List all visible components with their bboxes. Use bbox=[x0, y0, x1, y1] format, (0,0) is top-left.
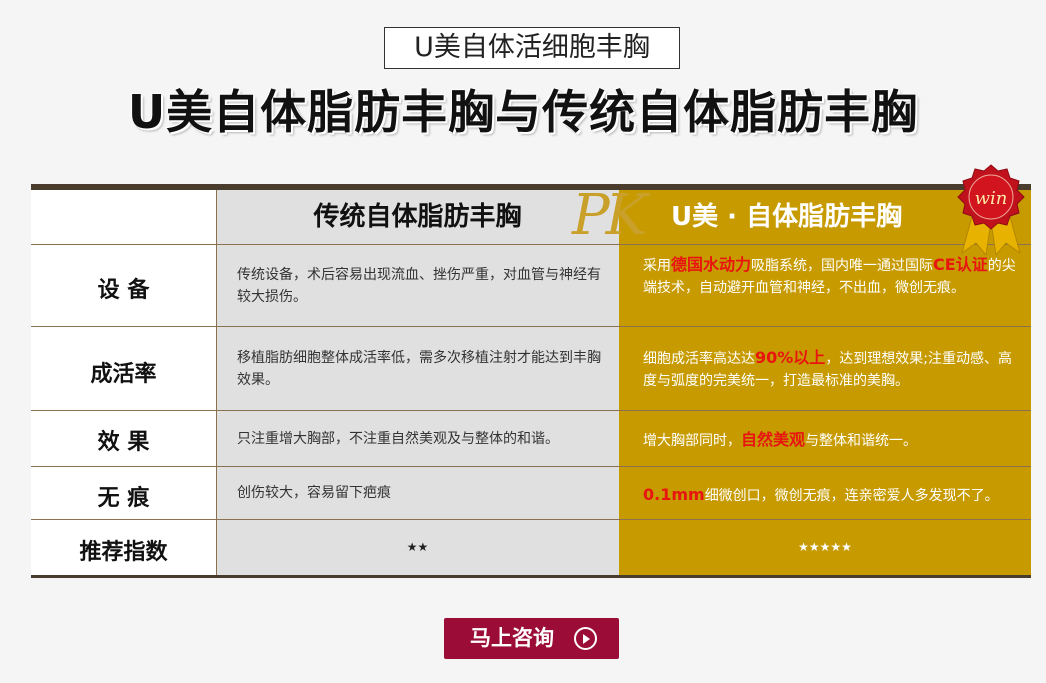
arrow-right-circle-icon bbox=[574, 627, 597, 650]
row-divider bbox=[31, 244, 1031, 245]
column-divider bbox=[216, 190, 217, 575]
cell-umei-effect: 增大胸部同时，自然美观与整体和谐统一。 bbox=[643, 430, 918, 449]
pk-label: PK bbox=[572, 183, 647, 248]
cell-traditional-equipment: 传统设备，术后容易出现流血、挫伤严重，对血管与神经有较大损伤。 bbox=[237, 267, 601, 305]
cell-umei-equipment: 采用德国水动力吸脂系统，国内唯一通过国际CE认证的尖端技术，自动避开血管和神经，… bbox=[643, 255, 1016, 296]
cell-umei-survival-rate: 细胞成活率高达达90%以上，达到理想效果;注重动感、高度与弧度的完美统一，打造最… bbox=[643, 348, 1013, 389]
win-badge-icon: win bbox=[952, 163, 1030, 257]
row-divider bbox=[31, 466, 1031, 467]
header-traditional: 传统自体脂肪丰胸 bbox=[313, 202, 522, 232]
highlight-text: CE认证 bbox=[933, 255, 988, 274]
highlight-text: 自然美观 bbox=[741, 430, 806, 449]
stars-umei: ★★★★★ bbox=[798, 540, 852, 554]
row-label-recommendation: 推荐指数 bbox=[79, 540, 168, 565]
row-label-survival-rate: 成活率 bbox=[90, 362, 157, 387]
page-title: U美自体脂肪丰胸与传统自体脂肪丰胸 bbox=[127, 85, 919, 139]
row-label-scarless: 无 痕 bbox=[97, 486, 150, 511]
row-divider bbox=[31, 519, 1031, 520]
table-bottom-bar bbox=[31, 575, 1031, 578]
subtitle-text: U美自体活细胞丰胸 bbox=[414, 32, 650, 63]
cell-umei-scarless: 0.1mm细微创口，微创无痕，连亲密爱人多发现不了。 bbox=[643, 485, 999, 504]
highlight-text: 0.1mm bbox=[643, 485, 705, 504]
consult-now-button[interactable]: 马上咨询 bbox=[444, 618, 619, 659]
cell-traditional-survival-rate: 移植脂肪细胞整体成活率低，需多次移植注射才能达到丰胸效果。 bbox=[237, 350, 601, 388]
highlight-text: 90%以上 bbox=[755, 348, 826, 367]
consult-now-label: 马上咨询 bbox=[470, 626, 554, 650]
row-label-equipment: 设 备 bbox=[97, 278, 150, 303]
row-divider bbox=[31, 410, 1031, 411]
cell-traditional-effect: 只注重增大胸部，不注重自然美观及与整体的和谐。 bbox=[237, 431, 559, 447]
subtitle-box: U美自体活细胞丰胸 bbox=[384, 27, 680, 69]
comparison-table: 传统自体脂肪丰胸 PK U美 · 自体脂肪丰胸 设 备 传统设备，术后容易出现流… bbox=[31, 184, 1031, 578]
row-label-effect: 效 果 bbox=[97, 430, 150, 455]
cell-traditional-scarless: 创伤较大，容易留下疤痕 bbox=[237, 485, 391, 501]
stars-traditional: ★★ bbox=[406, 540, 429, 554]
row-divider bbox=[31, 326, 1031, 327]
highlight-text: 德国水动力 bbox=[671, 255, 752, 274]
win-badge-text: win bbox=[975, 188, 1008, 209]
